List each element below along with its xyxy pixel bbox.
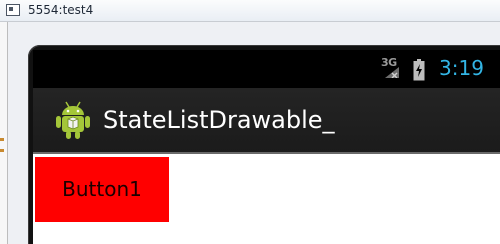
signal-icon [385, 67, 399, 78]
app-title: StateListDrawable_ [103, 106, 335, 134]
window-titlebar[interactable]: 5554:test4 [0, 0, 500, 22]
action-bar: StateListDrawable_ [33, 88, 500, 154]
side-panel-edge [0, 22, 8, 244]
emulator-screen: 5554:test4 3G 3:19 StateListDrawable_ Bu… [0, 0, 500, 244]
status-bar: 3G 3:19 [33, 50, 500, 88]
window-title: 5554:test4 [28, 3, 94, 17]
side-panel-marker [0, 138, 4, 141]
battery-charging-icon [413, 59, 425, 81]
clock: 3:19 [439, 56, 484, 80]
side-panel-marker [0, 149, 4, 152]
android-robot-icon[interactable] [55, 100, 91, 140]
content-area: Button1 [33, 154, 500, 244]
button1[interactable]: Button1 [35, 157, 169, 222]
window-icon [6, 4, 20, 16]
